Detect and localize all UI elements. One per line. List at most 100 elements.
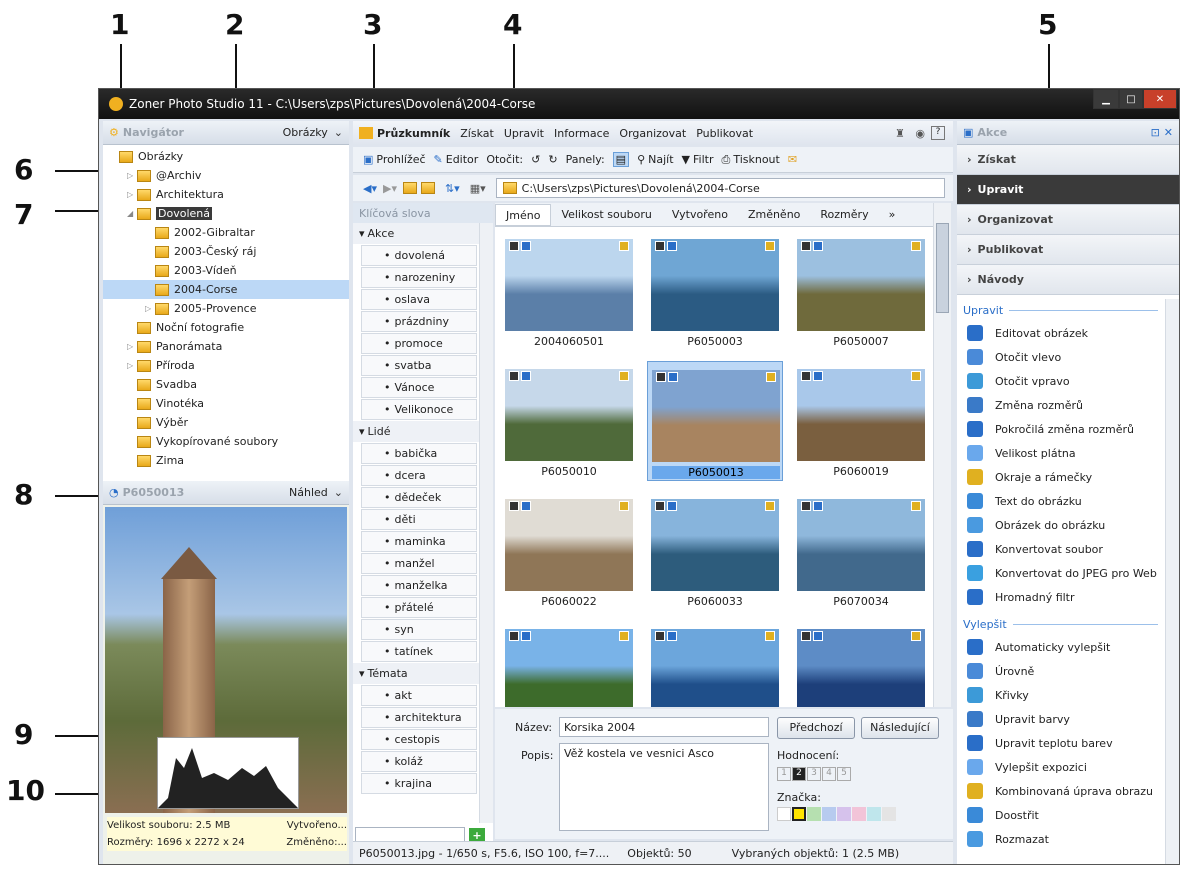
action-item[interactable]: Vylepšit expozici — [957, 755, 1179, 779]
panel-close-icon[interactable]: ✕ — [1164, 126, 1173, 139]
keyword-item[interactable]: • oslava — [361, 289, 477, 310]
mark-pink[interactable] — [852, 807, 866, 821]
actions-scrollbar[interactable] — [1165, 299, 1179, 864]
action-item[interactable]: Rozmazat — [957, 827, 1179, 851]
name-field[interactable]: Korsika 2004 — [559, 717, 769, 737]
expand-icon[interactable]: ◢ — [127, 209, 137, 218]
tree-item[interactable]: Obrázky — [103, 147, 349, 166]
action-item[interactable]: Křivky — [957, 683, 1179, 707]
tree-item[interactable]: 2002-Gibraltar — [103, 223, 349, 242]
sort-icon[interactable]: ⇅▾ — [445, 182, 460, 195]
mark-none[interactable] — [777, 807, 791, 821]
action-section[interactable]: › Publikovat — [957, 235, 1179, 265]
action-item[interactable]: Upravit teplotu barev — [957, 731, 1179, 755]
mark-yellow[interactable] — [792, 807, 806, 821]
tree-item[interactable]: 2003-Český ráj — [103, 242, 349, 261]
column-header-item[interactable]: Jméno — [495, 203, 552, 226]
keyword-item[interactable]: • dcera — [361, 465, 477, 486]
pin-icon[interactable]: ⊡ — [1151, 126, 1160, 139]
mark-gray[interactable] — [882, 807, 896, 821]
keyword-item[interactable]: • koláž — [361, 751, 477, 772]
menu-organize[interactable]: Organizovat — [619, 127, 686, 140]
tree-item[interactable]: Vykopírované soubory — [103, 432, 349, 451]
thumbnail[interactable] — [793, 621, 929, 707]
settings-icon[interactable]: ◉ — [915, 127, 925, 140]
editor-button[interactable]: ✎ Editor — [434, 153, 479, 166]
expand-icon[interactable]: ▷ — [145, 304, 155, 313]
keyword-item[interactable]: • Vánoce — [361, 377, 477, 398]
keyword-item[interactable]: • maminka — [361, 531, 477, 552]
thumbnail[interactable]: P6060022 — [501, 491, 637, 611]
tools-icon[interactable]: ♜ — [895, 127, 905, 140]
tree-item[interactable]: Noční fotografie — [103, 318, 349, 337]
tree-item[interactable]: ▷ Architektura — [103, 185, 349, 204]
keyword-item[interactable]: • architektura — [361, 707, 477, 728]
mark-cyan[interactable] — [867, 807, 881, 821]
chevron-down-icon[interactable]: ⌄ — [334, 486, 343, 499]
thumbnail[interactable]: P6070034 — [793, 491, 929, 611]
keyword-group[interactable]: ▾ Akce — [353, 223, 493, 244]
rating-star[interactable]: 4 — [822, 767, 836, 781]
navigator-mode-select[interactable]: Obrázky — [283, 126, 328, 139]
keyword-item[interactable]: • dědeček — [361, 487, 477, 508]
action-section[interactable]: › Získat — [957, 145, 1179, 175]
next-button[interactable]: Následující — [861, 717, 939, 739]
action-item[interactable]: Velikost plátna — [957, 441, 1179, 465]
action-item[interactable]: Obrázek do obrázku — [957, 513, 1179, 537]
keyword-item[interactable]: • svatba — [361, 355, 477, 376]
column-header-item[interactable]: » — [879, 208, 906, 221]
action-item[interactable]: Pokročilá změna rozměrů — [957, 417, 1179, 441]
action-item[interactable]: Doostřit — [957, 803, 1179, 827]
tree-item[interactable]: 2004-Corse — [103, 280, 349, 299]
thumbnail[interactable]: P6050007 — [793, 231, 929, 351]
grid-scroll-thumb[interactable] — [936, 223, 949, 313]
help-icon[interactable]: ? — [931, 126, 945, 140]
mark-purple[interactable] — [837, 807, 851, 821]
find-button[interactable]: ⚲ Najít — [637, 153, 673, 166]
keyword-item[interactable]: • narozeniny — [361, 267, 477, 288]
view-mode-icon[interactable]: ▦▾ — [470, 182, 486, 195]
rating-star[interactable]: 3 — [807, 767, 821, 781]
folder-up-icon[interactable] — [402, 182, 417, 194]
menu-get[interactable]: Získat — [460, 127, 494, 140]
menu-explorer[interactable]: Průzkumník — [377, 127, 450, 140]
keyword-item[interactable]: • syn — [361, 619, 477, 640]
thumbnail[interactable] — [647, 621, 783, 707]
column-header-item[interactable]: Velikost souboru — [551, 208, 661, 221]
filter-button[interactable]: ▼ Filtr — [682, 153, 714, 166]
forward-icon[interactable]: ▶▾ — [383, 182, 397, 195]
thumbnail[interactable]: P6050010 — [501, 361, 637, 481]
action-section[interactable]: › Upravit — [957, 175, 1179, 205]
keyword-item[interactable]: • akt — [361, 685, 477, 706]
thumbnail[interactable] — [501, 621, 637, 707]
keyword-item[interactable]: • manželka — [361, 575, 477, 596]
mark-green[interactable] — [807, 807, 821, 821]
action-item[interactable]: Konvertovat soubor — [957, 537, 1179, 561]
tree-item[interactable]: Výběr — [103, 413, 349, 432]
mark-blue[interactable] — [822, 807, 836, 821]
new-folder-icon[interactable] — [420, 182, 435, 194]
minimize-button[interactable]: ▁ — [1093, 89, 1119, 109]
action-item[interactable]: Úrovně — [957, 659, 1179, 683]
preview-mode-select[interactable]: Náhled — [289, 486, 328, 499]
action-item[interactable]: Změna rozměrů — [957, 393, 1179, 417]
tree-item[interactable]: ▷ Příroda — [103, 356, 349, 375]
tree-item[interactable]: Vinotéka — [103, 394, 349, 413]
action-item[interactable]: Automaticky vylepšit — [957, 635, 1179, 659]
rating-star[interactable]: 5 — [837, 767, 851, 781]
tree-item[interactable]: 2003-Vídeň — [103, 261, 349, 280]
rating-star[interactable]: 1 — [777, 767, 791, 781]
tree-item[interactable]: ▷ @Archiv — [103, 166, 349, 185]
action-item[interactable]: Otočit vpravo — [957, 369, 1179, 393]
keyword-item[interactable]: • děti — [361, 509, 477, 530]
action-section[interactable]: › Organizovat — [957, 205, 1179, 235]
action-item[interactable]: Kombinovaná úprava obrazu — [957, 779, 1179, 803]
expand-icon[interactable]: ▷ — [127, 190, 137, 199]
expand-icon[interactable]: ▷ — [127, 361, 137, 370]
action-item[interactable]: Text do obrázku — [957, 489, 1179, 513]
keyword-item[interactable]: • cestopis — [361, 729, 477, 750]
column-header-item[interactable]: Rozměry — [810, 208, 878, 221]
column-header-item[interactable]: Změněno — [738, 208, 810, 221]
tree-item[interactable]: Zima — [103, 451, 349, 470]
description-field[interactable]: Věž kostela ve vesnici Asco — [559, 743, 769, 831]
